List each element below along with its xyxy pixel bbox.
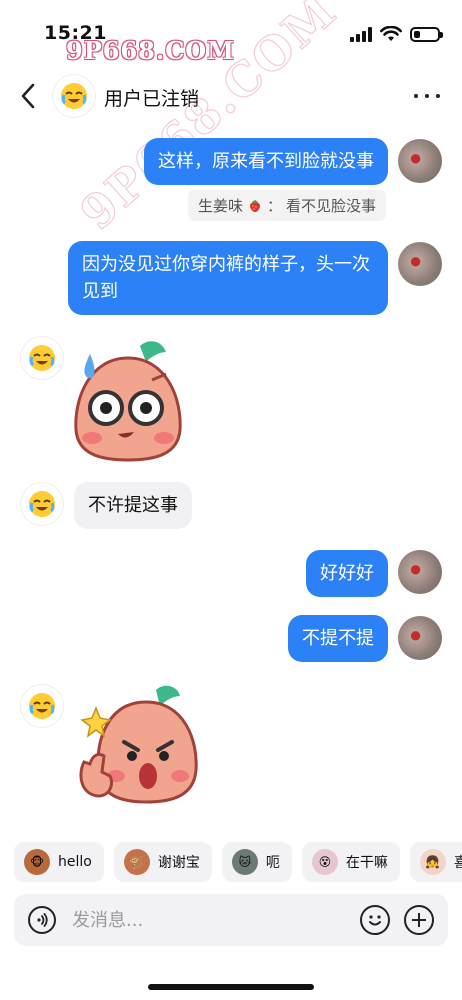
dot bbox=[436, 94, 440, 98]
message-bubble-outgoing[interactable]: 这样，原来看不到脸就没事 bbox=[144, 138, 388, 185]
strawberry-icon bbox=[250, 199, 260, 212]
message-bubble-outgoing[interactable]: 因为没见过你穿内裤的样子，头一次见到 bbox=[68, 241, 388, 315]
quick-sticker-thanks[interactable]: 🐒 谢谢宝 bbox=[113, 842, 212, 882]
cartoon-face-icon: 😵 bbox=[311, 849, 338, 875]
chat-header: 用户已注销 bbox=[0, 66, 462, 128]
message-input-bar bbox=[14, 894, 448, 946]
emoji-button[interactable] bbox=[360, 905, 390, 935]
contact-avatar[interactable] bbox=[20, 482, 64, 526]
dot bbox=[425, 94, 429, 98]
message-bubble-outgoing[interactable]: 不提不提 bbox=[288, 615, 388, 662]
message-text: 不许提这事 bbox=[88, 495, 178, 516]
home-indicator bbox=[148, 984, 314, 990]
sound-wave-icon bbox=[37, 913, 48, 927]
chevron-left-icon bbox=[21, 83, 35, 109]
quick-sticker-label: 喜欢 bbox=[453, 855, 462, 871]
quick-sticker-label: 呃 bbox=[265, 855, 280, 871]
quote-author: 生姜味 bbox=[198, 197, 244, 215]
quick-sticker-label: hello bbox=[58, 854, 92, 870]
message-bubble-incoming[interactable]: 不许提这事 bbox=[74, 482, 192, 529]
wifi-icon bbox=[380, 26, 402, 41]
message-text: 好好好 bbox=[320, 563, 374, 584]
cat-icon: 🐱 bbox=[231, 849, 258, 875]
message-bubble-outgoing[interactable]: 好好好 bbox=[306, 550, 388, 597]
crying-emoji-icon bbox=[29, 693, 55, 719]
battery-level bbox=[414, 30, 420, 38]
my-avatar[interactable] bbox=[398, 550, 442, 594]
battery-icon bbox=[410, 26, 443, 42]
quick-sticker-like[interactable]: 👧 喜欢 bbox=[409, 842, 462, 882]
message-text: 因为没见过你穿内裤的样子，头一次见到 bbox=[82, 254, 370, 302]
signal-icon bbox=[350, 26, 372, 42]
quick-sticker-label: 在干嘛 bbox=[345, 855, 388, 871]
add-attachment-button[interactable] bbox=[404, 905, 434, 935]
contact-avatar[interactable] bbox=[52, 74, 96, 118]
crying-emoji-icon bbox=[29, 491, 55, 517]
smiley-icon bbox=[369, 915, 381, 926]
message-text: 这样，原来看不到脸就没事 bbox=[158, 151, 374, 172]
quick-sticker-hello[interactable]: 🐵 hello bbox=[14, 842, 104, 882]
status-icons bbox=[350, 26, 443, 42]
my-avatar[interactable] bbox=[398, 616, 442, 660]
contact-avatar[interactable] bbox=[20, 336, 64, 380]
status-bar: 15:21 9P668.COM bbox=[0, 0, 462, 65]
voice-input-button[interactable] bbox=[28, 906, 56, 934]
my-avatar[interactable] bbox=[398, 139, 442, 183]
chat-title: 用户已注销 bbox=[104, 88, 200, 110]
dot bbox=[414, 94, 418, 98]
quick-sticker-label: 谢谢宝 bbox=[157, 855, 200, 871]
peach-thumbs-up-icon bbox=[79, 685, 198, 804]
crying-emoji-icon bbox=[29, 345, 55, 371]
peach-sweating-sticker[interactable] bbox=[70, 338, 186, 466]
message-input[interactable] bbox=[72, 894, 352, 946]
crying-emoji-icon bbox=[61, 83, 87, 109]
back-button[interactable] bbox=[14, 80, 42, 112]
peach-thumbs-up-sticker[interactable] bbox=[76, 684, 202, 808]
contact-avatar[interactable] bbox=[20, 684, 64, 728]
my-avatar[interactable] bbox=[398, 242, 442, 286]
monkey-icon: 🐵 bbox=[24, 849, 50, 875]
quick-sticker-what-doing[interactable]: 😵 在干嘛 bbox=[301, 842, 400, 882]
quote-text: 看不见脸没事 bbox=[286, 197, 377, 215]
message-text: 不提不提 bbox=[302, 628, 374, 649]
quick-sticker-bar: 🐵 hello 🐒 谢谢宝 🐱 呃 😵 在干嘛 👧 喜欢 bbox=[14, 842, 462, 882]
watermark-text: 9P668.COM bbox=[66, 36, 235, 65]
more-options-button[interactable] bbox=[414, 84, 440, 108]
quoted-message[interactable]: 生姜味 ： 看不见脸没事 bbox=[188, 190, 387, 221]
quick-sticker-uh[interactable]: 🐱 呃 bbox=[221, 842, 292, 882]
quote-separator: ： bbox=[267, 197, 283, 215]
monkey-flower-icon: 🐒 bbox=[123, 849, 150, 875]
cartoon-girl-icon: 👧 bbox=[419, 849, 446, 875]
peach-character-icon bbox=[74, 341, 182, 462]
